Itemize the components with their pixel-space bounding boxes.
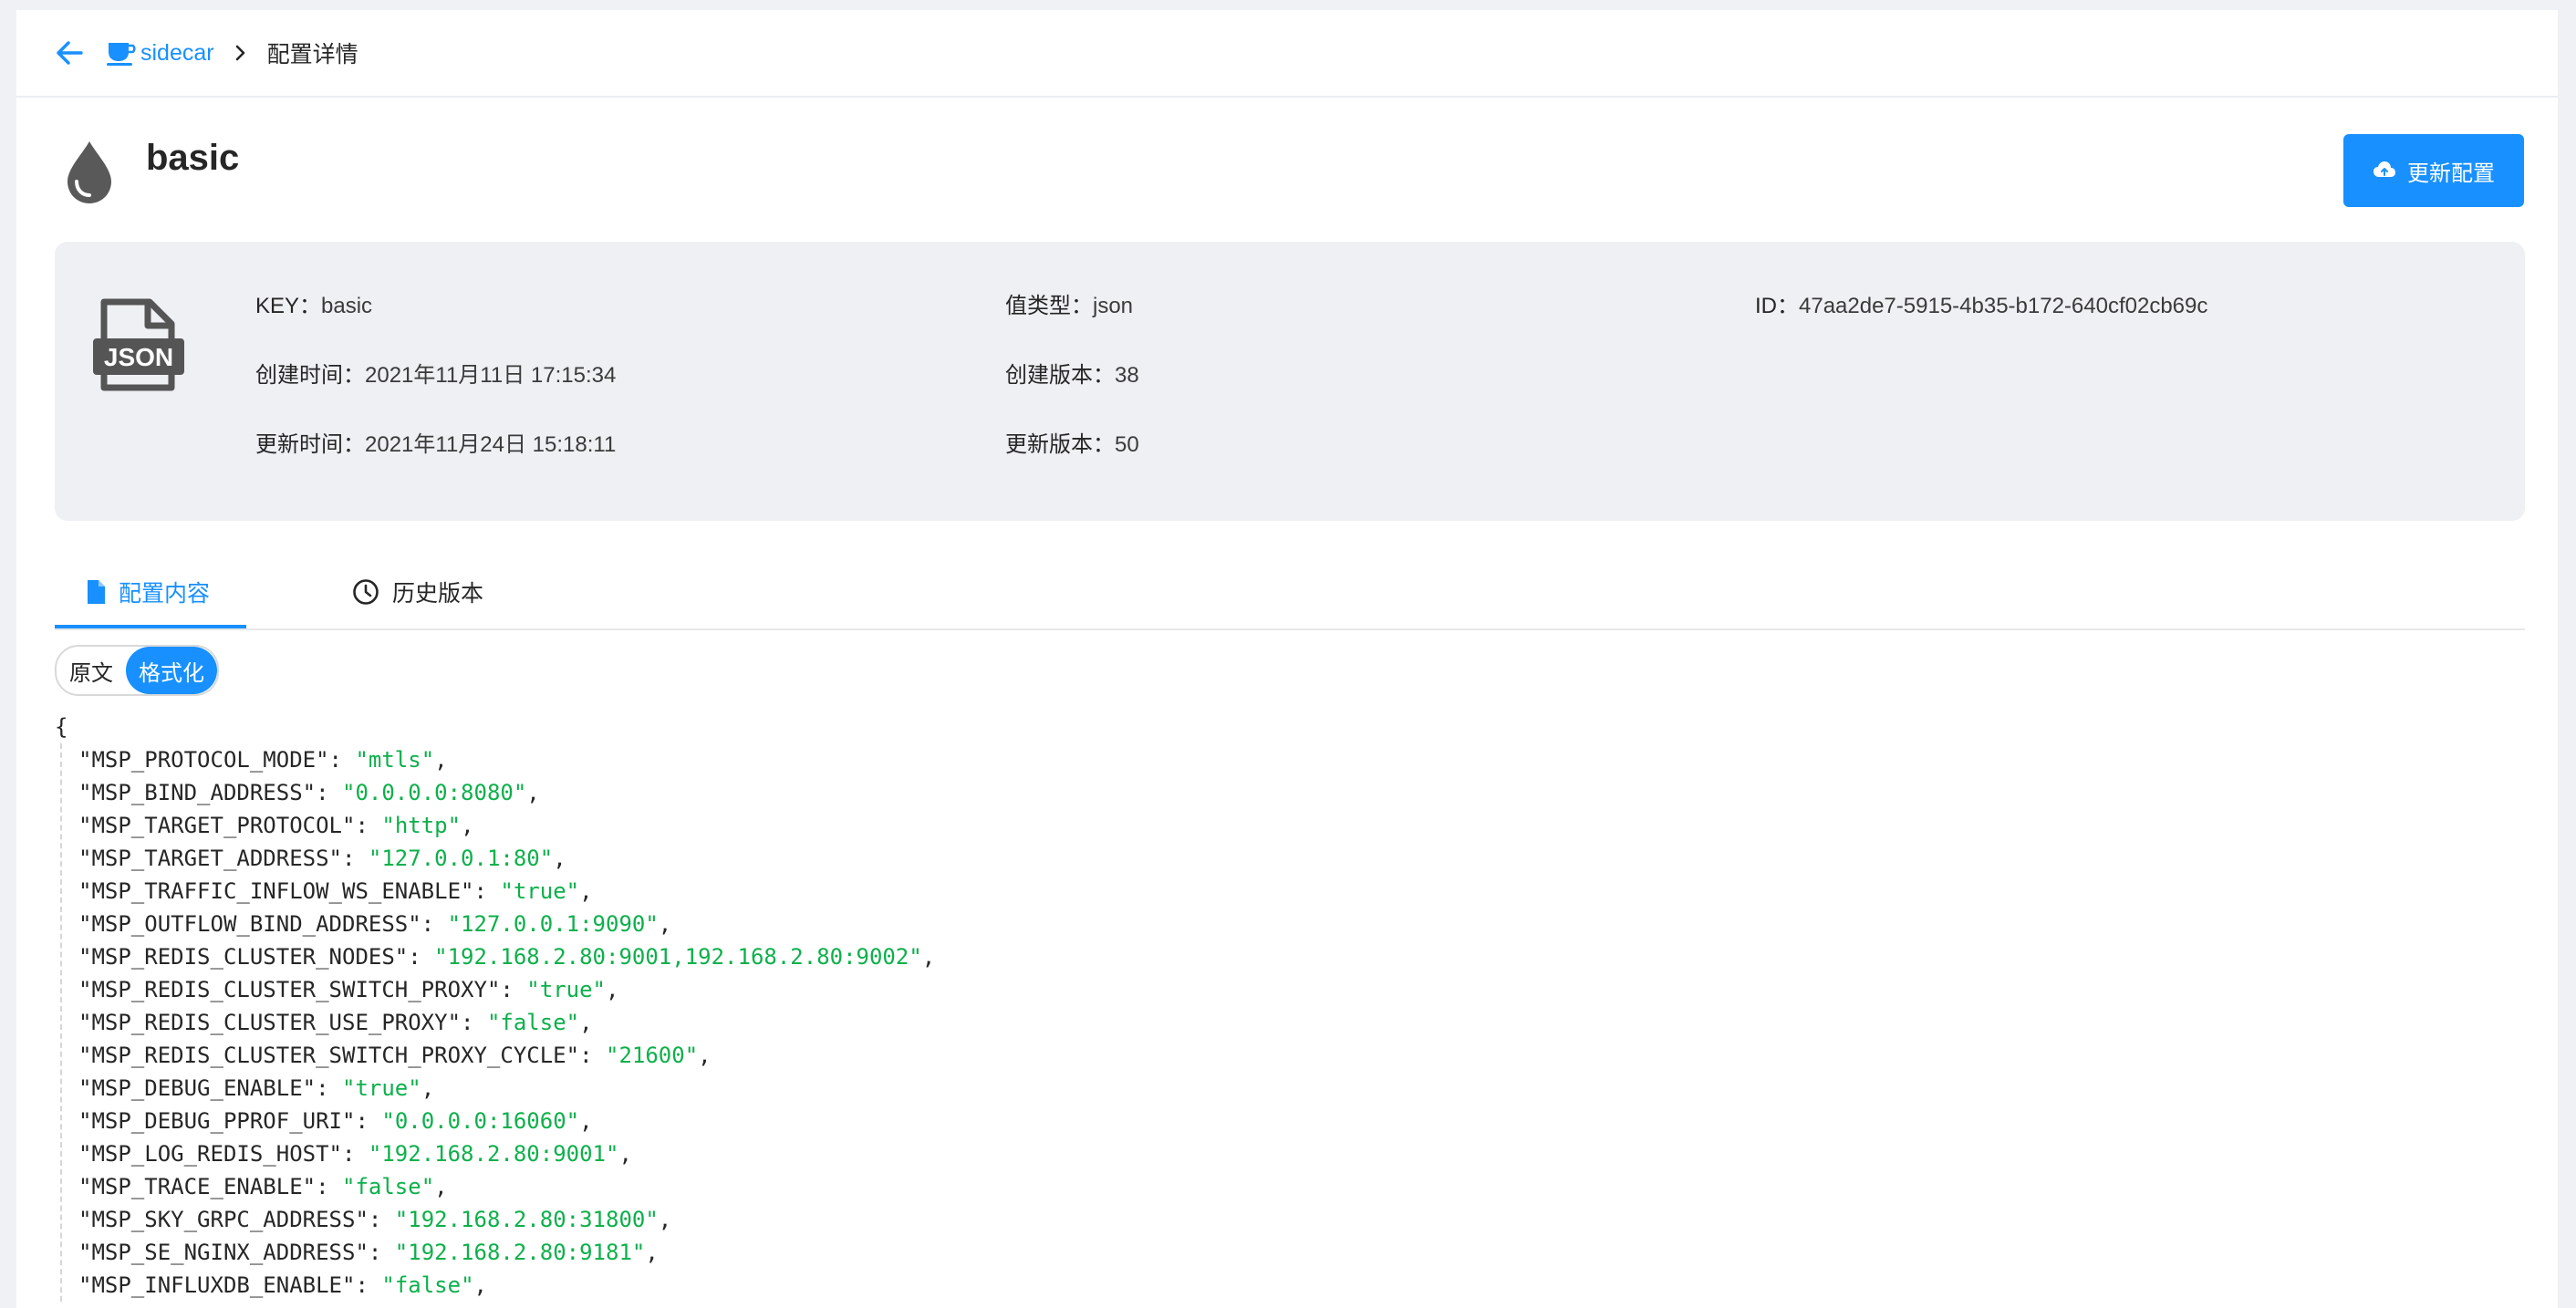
code-key: MSP_OUTFLOW_BIND_ADDRESS [91, 911, 409, 937]
code-key: MSP_INFLUXDB_ENABLE [91, 1272, 342, 1298]
code-value: mtls [368, 747, 421, 773]
info-updated-time: 更新时间：2021年11月24日 15:18:11 [255, 432, 617, 457]
code-line: "MSP_PROTOCOL_MODE": "mtls", [78, 747, 448, 773]
info-updated-version: 更新版本：50 [1005, 432, 1139, 457]
file-icon [88, 580, 105, 604]
code-key: MSP_REDIS_CLUSTER_SWITCH_PROXY_CYCLE [91, 1043, 566, 1068]
code-value: false [394, 1272, 462, 1298]
tab-bar: 配置内容 历史版本 [55, 557, 2525, 630]
code-value: 192.168.2.80:31800 [408, 1207, 646, 1232]
page-title: basic [146, 138, 240, 178]
code-value: 0.0.0.0:16060 [394, 1108, 566, 1134]
code-value: 127.0.0.1:9090 [461, 911, 646, 937]
code-key: MSP_TRAFFIC_INFLOW_WS_ENABLE [91, 878, 462, 904]
code-key: MSP_SE_NGINX_ADDRESS [91, 1240, 356, 1265]
code-line: "MSP_SE_NGINX_ADDRESS": "192.168.2.80:91… [78, 1240, 659, 1265]
info-key: KEY：basic [255, 294, 373, 318]
code-line: "MSP_INFLUXDB_ENABLE": "false", [78, 1272, 487, 1298]
code-key: MSP_LOG_REDIS_HOST [91, 1141, 329, 1167]
code-key: MSP_REDIS_CLUSTER_USE_PROXY [91, 1010, 448, 1035]
code-line: "MSP_TARGET_PROTOCOL": "http", [78, 813, 474, 838]
code-line: "MSP_DEBUG_ENABLE": "true", [78, 1075, 435, 1101]
info-created-version: 创建版本：38 [1005, 363, 1139, 388]
code-body: "MSP_PROTOCOL_MODE": "mtls", "MSP_BIND_AD… [60, 743, 2518, 1302]
json-code-view: { "MSP_PROTOCOL_MODE": "mtls", "MSP_BIND_… [55, 711, 2518, 1302]
clock-icon [353, 579, 379, 605]
code-line: "MSP_LOG_REDIS_HOST": "192.168.2.80:9001… [78, 1141, 632, 1167]
code-key: MSP_REDIS_CLUSTER_SWITCH_PROXY [91, 977, 487, 1002]
code-value: 192.168.2.80:9001 [381, 1141, 606, 1167]
json-file-icon: JSON [91, 296, 186, 398]
chevron-right-icon [234, 44, 247, 62]
config-info-panel: JSON KEY：basic 值类型：json ID：47aa2de7-5915… [55, 242, 2525, 521]
code-value: true [513, 878, 566, 904]
config-detail-card: sidecar 配置详情 basic 更新配置 JSON KEY：basic 值… [16, 10, 2558, 1308]
code-key: MSP_DEBUG_ENABLE [91, 1075, 303, 1101]
code-key: MSP_DEBUG_PPROF_URI [91, 1108, 342, 1134]
code-value: 127.0.0.1:80 [381, 846, 540, 871]
code-key: MSP_PROTOCOL_MODE [91, 747, 317, 773]
code-line: "MSP_REDIS_CLUSTER_USE_PROXY": "false", [78, 1010, 593, 1035]
code-value: 0.0.0.0:8080 [355, 780, 514, 805]
code-value: false [355, 1174, 421, 1199]
code-value: 21600 [618, 1043, 685, 1068]
code-key: MSP_SKY_GRPC_ADDRESS [91, 1207, 356, 1232]
code-line: "MSP_TARGET_ADDRESS": "127.0.0.1:80", [78, 846, 566, 871]
drop-icon [62, 138, 117, 212]
view-formatted-option[interactable]: 格式化 [126, 647, 217, 694]
code-value: false [500, 1010, 566, 1035]
code-line: "MSP_DEBUG_PPROF_URI": "0.0.0.0:16060", [78, 1108, 593, 1134]
code-open-brace: { [55, 714, 68, 740]
code-key: MSP_REDIS_CLUSTER_NODES [91, 944, 395, 970]
code-value: true [355, 1075, 409, 1101]
tab-history-versions[interactable]: 历史版本 [352, 557, 483, 627]
breadcrumb: sidecar 配置详情 [16, 10, 2558, 98]
view-raw-option[interactable]: 原文 [57, 647, 126, 694]
code-line: "MSP_OUTFLOW_BIND_ADDRESS": "127.0.0.1:9… [78, 911, 672, 937]
view-mode-toggle: 原文 格式化 [55, 645, 219, 696]
code-key: MSP_BIND_ADDRESS [91, 780, 303, 805]
breadcrumb-app-label: sidecar [140, 39, 214, 66]
code-line: "MSP_REDIS_CLUSTER_NODES": "192.168.2.80… [78, 944, 936, 970]
code-line: "MSP_REDIS_CLUSTER_SWITCH_PROXY_CYCLE": … [78, 1043, 712, 1068]
code-line: "MSP_TRACE_ENABLE": "false", [78, 1174, 448, 1199]
cup-icon [107, 43, 136, 66]
svg-text:JSON: JSON [104, 343, 173, 371]
code-line: "MSP_REDIS_CLUSTER_SWITCH_PROXY": "true"… [78, 977, 619, 1002]
back-arrow-icon[interactable] [53, 36, 86, 69]
code-key: MSP_TARGET_ADDRESS [91, 846, 329, 871]
code-line: "MSP_SKY_GRPC_ADDRESS": "192.168.2.80:31… [78, 1207, 672, 1232]
code-key: MSP_TRACE_ENABLE [91, 1174, 303, 1199]
info-created-time: 创建时间：2021年11月11日 17:15:34 [255, 363, 617, 388]
code-line: "MSP_TRAFFIC_INFLOW_WS_ENABLE": "true", [78, 878, 593, 904]
title-bar: basic 更新配置 [16, 98, 2558, 244]
tab-config-content-label: 配置内容 [119, 581, 211, 607]
code-line: "MSP_BIND_ADDRESS": "0.0.0.0:8080", [78, 780, 540, 805]
breadcrumb-app-link[interactable]: sidecar [106, 39, 214, 67]
active-tab-indicator [55, 625, 246, 628]
code-value: 192.168.2.80:9181 [408, 1240, 632, 1265]
code-value: true [539, 977, 593, 1002]
info-id: ID：47aa2de7-5915-4b35-b172-640cf02cb69c [1755, 294, 2208, 318]
update-config-label: 更新配置 [2407, 161, 2495, 186]
breadcrumb-current: 配置详情 [266, 42, 358, 67]
info-value-type: 值类型：json [1005, 294, 1134, 318]
cloud-upload-icon [2373, 161, 2395, 177]
tab-history-versions-label: 历史版本 [392, 581, 484, 607]
tab-config-content[interactable]: 配置内容 [86, 557, 210, 627]
code-value: http [394, 813, 448, 838]
update-config-button[interactable]: 更新配置 [2343, 134, 2524, 207]
code-key: MSP_TARGET_PROTOCOL [91, 813, 342, 838]
code-value: 192.168.2.80:9001,192.168.2.80:9002 [447, 944, 909, 970]
